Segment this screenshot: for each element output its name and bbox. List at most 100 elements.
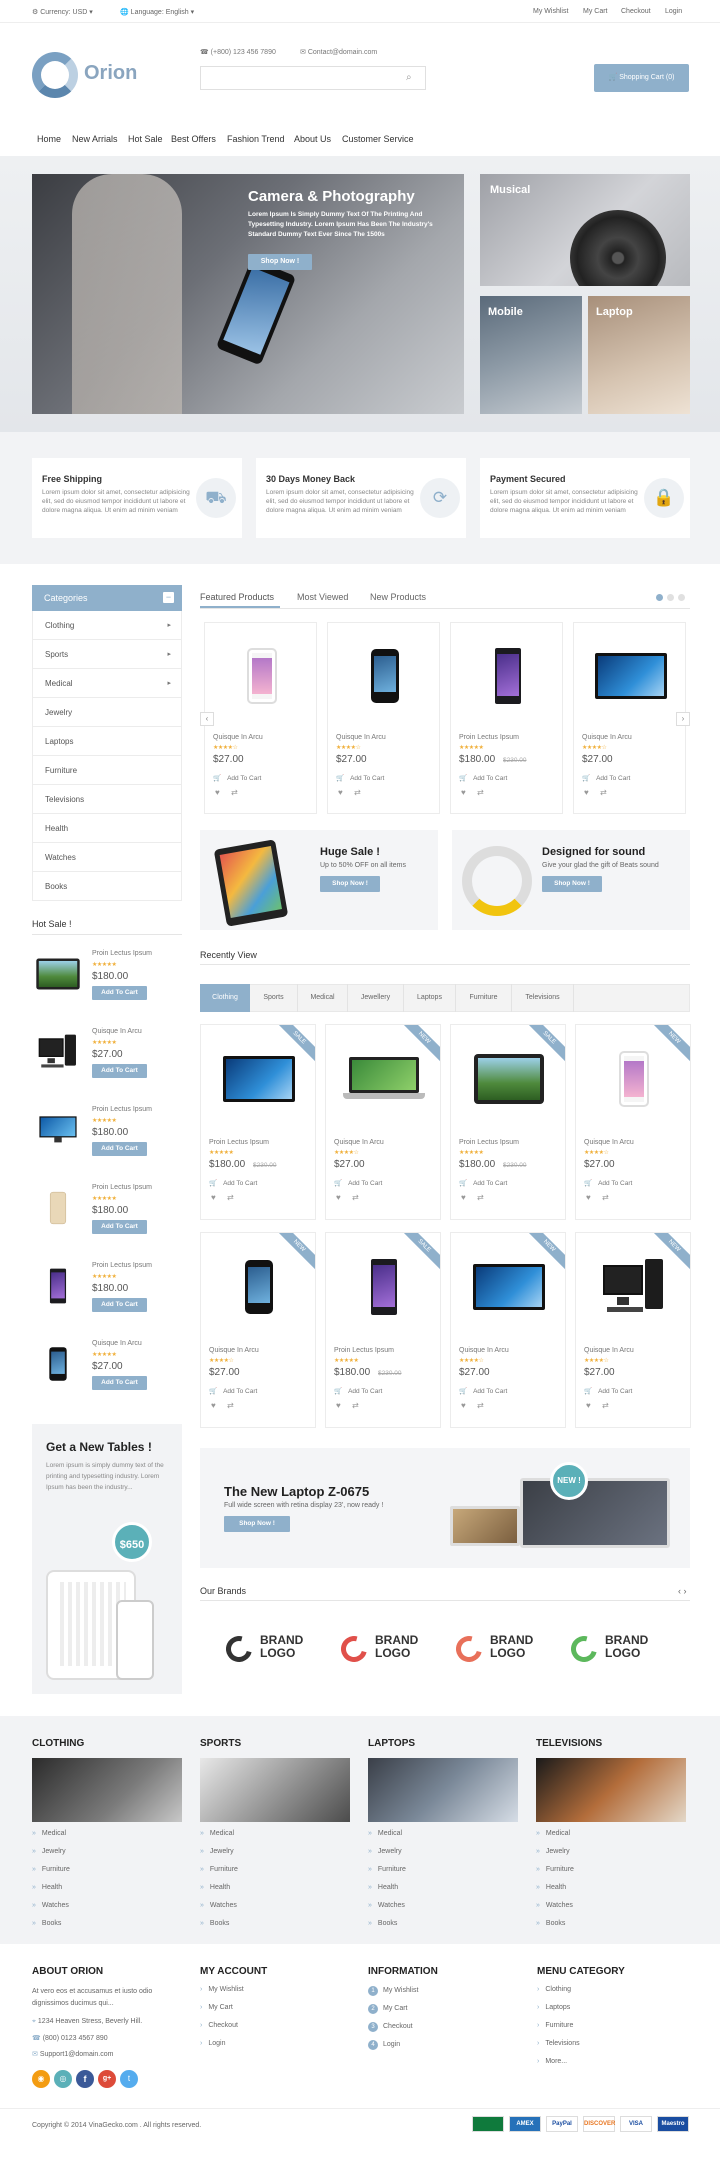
carousel-dot[interactable] — [667, 594, 674, 601]
footer-category-link[interactable]: » Furniture — [368, 1866, 406, 1873]
rss-icon[interactable]: ◉ — [32, 2070, 50, 2088]
product-card[interactable]: Quisque In Arcu ★★★★☆ $27.00 🛒 Add To Cart ♥ ⇄ — [573, 622, 686, 814]
laptop-banner[interactable]: The New Laptop Z-0675 Full wide screen w… — [200, 1448, 690, 1568]
facebook-icon[interactable]: f — [76, 2070, 94, 2088]
footer-link[interactable]: 3 Checkout — [368, 2022, 413, 2032]
brands-nav-icon[interactable]: ‹ › — [678, 1586, 687, 1596]
category-item-furniture[interactable]: Furniture — [32, 756, 182, 785]
tile-musical[interactable]: Musical — [480, 174, 690, 286]
add-to-cart-button[interactable]: Add To Cart — [92, 1142, 147, 1156]
hot-sale-thumb[interactable] — [32, 1338, 84, 1390]
hot-sale-name[interactable]: Quisque In Arcu — [92, 1340, 142, 1347]
carousel-dot-active[interactable] — [656, 594, 663, 601]
email-line[interactable]: ✉ Support1@domain.com — [32, 2050, 113, 2058]
hot-sale-item[interactable]: Proin Lectus Ipsum ★★★★★ $180.00 Add To Car… — [32, 1178, 182, 1248]
brand-logo[interactable]: BRAND LOGO — [451, 1630, 556, 1670]
add-to-cart-button[interactable]: Add To Cart — [92, 1220, 147, 1234]
category-item-jewelry[interactable]: Jewelry — [32, 698, 182, 727]
compare-icon[interactable]: ⇄ — [227, 1193, 234, 1202]
tab-featured-products[interactable]: Featured Products — [200, 592, 274, 602]
tile-laptop[interactable]: Laptop — [588, 296, 690, 414]
footer-category-link[interactable]: » Books — [200, 1920, 229, 1927]
footer-category-image[interactable] — [536, 1758, 686, 1822]
product-name[interactable]: Proin Lectus Ipsum — [459, 734, 519, 741]
hot-sale-item[interactable]: Proin Lectus Ipsum ★★★★★ $180.00 Add To Car… — [32, 944, 182, 1014]
add-to-cart-link[interactable]: 🛒 Add To Cart — [459, 1387, 507, 1395]
wishlist-icon[interactable]: ♥ — [215, 788, 220, 797]
wishlist-icon[interactable]: ♥ — [586, 1401, 591, 1410]
product-card[interactable]: Proin Lectus Ipsum ★★★★★ $180.00 $230.00 🛒 Ad… — [450, 622, 563, 814]
product-card[interactable]: Quisque In Arcu ★★★★☆ $27.00 🛒 Add To Cart ♥ ⇄… — [450, 1232, 566, 1428]
wishlist-icon[interactable]: ♥ — [336, 1193, 341, 1202]
footer-link[interactable]: › My Wishlist — [200, 1986, 244, 1993]
tile-mobile[interactable]: Mobile — [480, 296, 582, 414]
compare-icon[interactable]: ⇄ — [477, 1193, 484, 1202]
expand-icon[interactable]: ▸ — [167, 640, 171, 669]
nav-customer-service[interactable]: Customer Service — [342, 134, 414, 144]
product-image-area[interactable] — [574, 623, 687, 729]
footer-link[interactable]: › Laptops — [537, 2004, 570, 2011]
expand-icon[interactable]: ▸ — [167, 669, 171, 698]
carousel-prev-icon[interactable]: ‹ — [200, 712, 214, 726]
footer-link[interactable]: › Furniture — [537, 2022, 573, 2029]
compare-icon[interactable]: ⇄ — [477, 788, 484, 797]
footer-category-link[interactable]: » Health — [536, 1884, 566, 1891]
hot-sale-name[interactable]: Proin Lectus Ipsum — [92, 950, 152, 957]
compare-icon[interactable]: ⇄ — [602, 1193, 609, 1202]
huge-sale-banner[interactable]: Huge Sale ! Up to 50% OFF on all items S… — [200, 830, 438, 930]
logo-icon[interactable] — [32, 52, 78, 98]
footer-link[interactable]: › Clothing — [537, 1986, 571, 1993]
hot-sale-thumb[interactable] — [32, 1104, 84, 1156]
product-name[interactable]: Quisque In Arcu — [209, 1347, 259, 1354]
wishlist-link[interactable]: My Wishlist — [533, 8, 568, 15]
product-name[interactable]: Proin Lectus Ipsum — [334, 1347, 394, 1354]
footer-category-link[interactable]: » Watches — [32, 1902, 69, 1909]
product-name[interactable]: Quisque In Arcu — [213, 734, 263, 741]
product-card[interactable]: Quisque In Arcu ★★★★☆ $27.00 🛒 Add To Cart ♥ ⇄… — [200, 1232, 316, 1428]
footer-category-link[interactable]: » Books — [368, 1920, 397, 1927]
compare-icon[interactable]: ⇄ — [352, 1401, 359, 1410]
currency-selector[interactable]: ⚙ Currency: USD ▾ — [32, 8, 93, 16]
footer-category-title[interactable]: CLOTHING — [32, 1738, 84, 1749]
footer-category-link[interactable]: » Health — [368, 1884, 398, 1891]
nav-hot-sale[interactable]: Hot Sale — [128, 134, 163, 144]
add-to-cart-link[interactable]: 🛒 Add To Cart — [336, 774, 384, 782]
category-item-sports[interactable]: Sports ▸ — [32, 640, 182, 669]
add-to-cart-button[interactable]: Add To Cart — [92, 1298, 147, 1312]
banner-shop-now-button[interactable]: Shop Now ! — [320, 876, 380, 892]
recent-tab-sports[interactable]: Sports — [250, 984, 298, 1012]
footer-link[interactable]: › Login — [200, 2040, 225, 2047]
hot-sale-thumb[interactable] — [32, 1260, 84, 1312]
product-name[interactable]: Quisque In Arcu — [336, 734, 386, 741]
brand-logo[interactable]: BRAND LOGO — [221, 1630, 326, 1670]
footer-link[interactable]: 4 Login — [368, 2040, 400, 2050]
hot-sale-name[interactable]: Proin Lectus Ipsum — [92, 1106, 152, 1113]
add-to-cart-link[interactable]: 🛒 Add To Cart — [334, 1387, 382, 1395]
footer-link[interactable]: › Checkout — [200, 2022, 238, 2029]
category-item-clothing[interactable]: Clothing ▸ — [32, 611, 182, 640]
category-item-laptops[interactable]: Laptops — [32, 727, 182, 756]
sound-banner[interactable]: Designed for sound Give your glad the gi… — [452, 830, 690, 930]
footer-category-image[interactable] — [32, 1758, 182, 1822]
logo-text[interactable]: Orion — [84, 62, 137, 85]
checkout-link[interactable]: Checkout — [621, 8, 651, 15]
product-image-area[interactable] — [205, 623, 318, 729]
product-card[interactable]: Quisque In Arcu ★★★★☆ $27.00 🛒 Add To Cart ♥ ⇄ — [204, 622, 317, 814]
product-card[interactable]: Quisque In Arcu ★★★★☆ $27.00 🛒 Add To Cart ♥ ⇄ — [327, 622, 440, 814]
hot-sale-name[interactable]: Proin Lectus Ipsum — [92, 1184, 152, 1191]
add-to-cart-button[interactable]: Add To Cart — [92, 986, 147, 1000]
add-to-cart-link[interactable]: 🛒 Add To Cart — [213, 774, 261, 782]
tablet-promo[interactable]: Get a New Tables ! Lorem ipsum is simply… — [32, 1424, 182, 1694]
footer-category-link[interactable]: » Books — [536, 1920, 565, 1927]
product-name[interactable]: Quisque In Arcu — [584, 1347, 634, 1354]
tab-new-products[interactable]: New Products — [370, 592, 426, 602]
category-item-televisions[interactable]: Televisions — [32, 785, 182, 814]
nav-home[interactable]: Home — [37, 134, 61, 144]
product-name[interactable]: Quisque In Arcu — [459, 1347, 509, 1354]
wishlist-icon[interactable]: ♥ — [211, 1193, 216, 1202]
product-name[interactable]: Quisque In Arcu — [582, 734, 632, 741]
nav-best-offers[interactable]: Best Offers — [171, 134, 216, 144]
category-item-health[interactable]: Health — [32, 814, 182, 843]
add-to-cart-link[interactable]: 🛒 Add To Cart — [584, 1387, 632, 1395]
wishlist-icon[interactable]: ♥ — [461, 1193, 466, 1202]
